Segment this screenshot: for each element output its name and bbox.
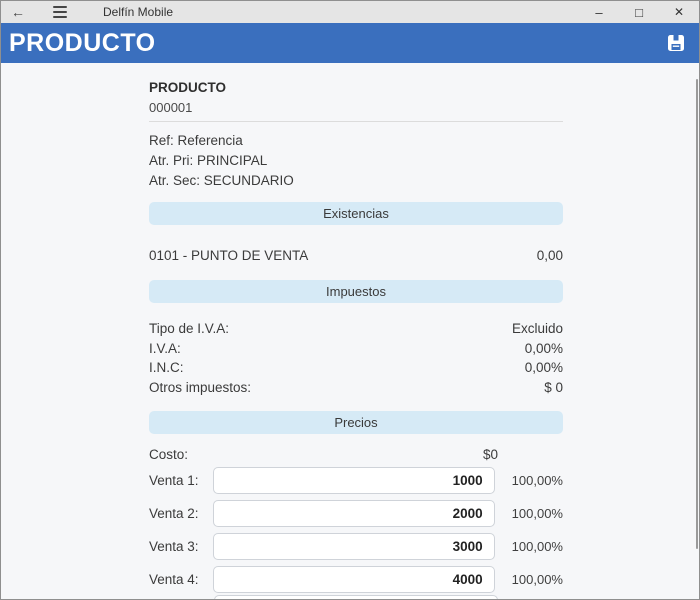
save-button[interactable] <box>665 32 687 54</box>
other-taxes-label: Otros impuestos: <box>149 379 252 395</box>
venta-3-percent: 100,00% <box>511 539 563 554</box>
divider <box>149 121 563 122</box>
venta-1-input[interactable] <box>213 467 495 494</box>
product-attr-secondary: Atr. Sec: SECUNDARIO <box>149 173 294 188</box>
section-header-precios: Precios <box>149 411 563 434</box>
tax-row-other: Otros impuestos: $ 0 <box>149 378 563 398</box>
maximize-icon: □ <box>635 4 643 20</box>
product-name: PRODUCTO <box>149 80 227 95</box>
back-arrow-icon: ← <box>11 4 25 20</box>
venta-1-percent: 100,00% <box>511 473 563 488</box>
iva-type-label: Tipo de I.V.A: <box>149 321 230 336</box>
hamburger-menu-icon <box>43 1 77 23</box>
venta-4-input[interactable] <box>213 566 495 593</box>
titlebar: ← Delfín Mobile – □ ✕ <box>1 1 699 23</box>
product-code: 000001 <box>149 100 193 115</box>
window-controls: – □ ✕ <box>579 1 699 23</box>
vertical-scrollbar[interactable] <box>696 79 698 549</box>
venta-4-label: Venta 4: <box>149 572 199 587</box>
tax-group: Tipo de I.V.A: Excluido I.V.A: 0,00% I.N… <box>149 319 563 397</box>
minimize-icon: – <box>595 4 603 20</box>
stock-row: 0101 - PUNTO DE VENTA 0,00 <box>149 245 563 267</box>
venta-3-label: Venta 3: <box>149 539 199 554</box>
product-reference: Ref: Referencia <box>149 133 243 148</box>
close-icon: ✕ <box>673 5 685 19</box>
cost-value: $0 <box>482 447 498 462</box>
venta-1-label: Venta 1: <box>149 473 199 488</box>
iva-type-value: Excluido <box>511 321 563 336</box>
tax-row-iva-type: Tipo de I.V.A: Excluido <box>149 319 563 339</box>
maximize-button[interactable]: □ <box>619 1 659 23</box>
venta-2-input[interactable] <box>213 500 495 527</box>
venta-3-input[interactable] <box>213 533 495 560</box>
venta-5-input[interactable] <box>214 595 498 599</box>
inc-label: I.N.C: <box>149 360 184 375</box>
iva-label: I.V.A: <box>149 340 181 356</box>
app-window: ← Delfín Mobile – □ ✕ PRODUCTO PRODUCTO … <box>0 0 700 600</box>
price-row-3: Venta 3: 100,00% <box>149 533 563 560</box>
product-attributes: Ref: Referencia Atr. Pri: PRINCIPAL Atr.… <box>149 131 563 191</box>
price-row-1: Venta 1: 100,00% <box>149 467 563 494</box>
cost-row: Costo: $0 <box>149 445 498 464</box>
price-row-4: Venta 4: 100,00% <box>149 566 563 593</box>
inc-value: 0,00% <box>524 360 563 375</box>
warehouse-label: 0101 - PUNTO DE VENTA <box>149 248 309 263</box>
hamburger-menu-button[interactable] <box>43 1 77 23</box>
content-area: PRODUCTO 000001 Ref: Referencia Atr. Pri… <box>1 63 699 599</box>
app-header: PRODUCTO <box>1 23 699 63</box>
stock-value: 0,00 <box>536 248 563 263</box>
other-taxes-value: $ 0 <box>544 379 563 395</box>
section-header-existencias: Existencias <box>149 202 563 225</box>
price-row-2: Venta 2: 100,00% <box>149 500 563 527</box>
iva-value: 0,00% <box>524 340 563 356</box>
section-header-impuestos: Impuestos <box>149 280 563 303</box>
venta-4-percent: 100,00% <box>511 572 563 587</box>
close-button[interactable]: ✕ <box>659 1 699 23</box>
venta-2-label: Venta 2: <box>149 506 199 521</box>
cost-label: Costo: <box>149 447 189 462</box>
venta-2-percent: 100,00% <box>511 506 563 521</box>
page-title: PRODUCTO <box>9 28 156 57</box>
minimize-button[interactable]: – <box>579 1 619 23</box>
window-title: Delfín Mobile <box>103 5 174 19</box>
tax-row-inc: I.N.C: 0,00% <box>149 358 563 378</box>
back-button[interactable]: ← <box>1 1 35 23</box>
save-icon <box>668 35 684 51</box>
price-row-5-partial <box>149 595 563 599</box>
product-attr-primary: Atr. Pri: PRINCIPAL <box>149 153 268 168</box>
tax-row-iva: I.V.A: 0,00% <box>149 339 563 359</box>
